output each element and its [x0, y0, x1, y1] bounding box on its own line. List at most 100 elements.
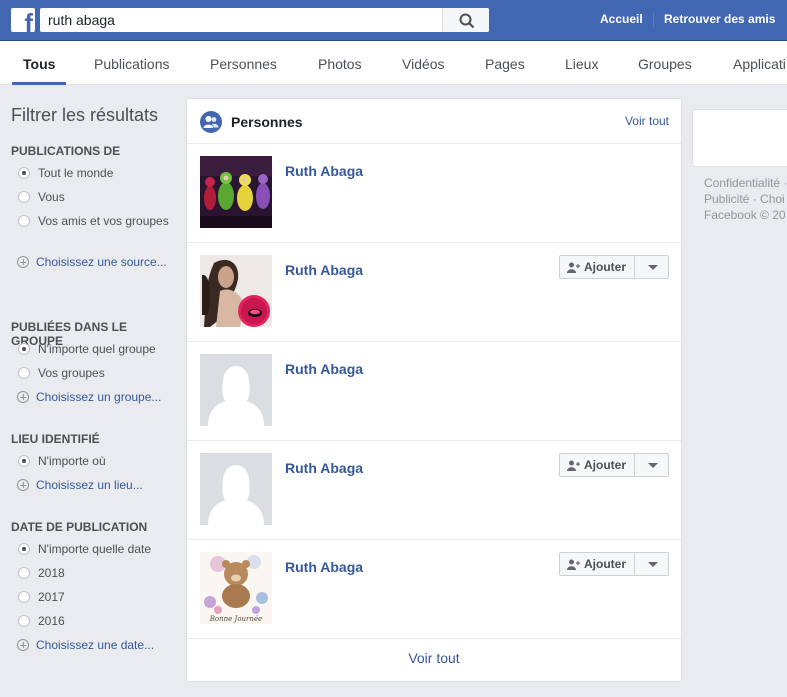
- person-name-link[interactable]: Ruth Abaga: [285, 559, 363, 575]
- tab-people[interactable]: Personnes: [210, 56, 277, 72]
- tab-pages[interactable]: Pages: [485, 56, 525, 72]
- add-friend-button[interactable]: Ajouter: [559, 453, 635, 477]
- radio-icon: [18, 591, 30, 603]
- plus-icon: [17, 391, 29, 403]
- search-icon: [459, 13, 475, 29]
- tab-all[interactable]: Tous: [23, 56, 55, 72]
- person-name-link[interactable]: Ruth Abaga: [285, 460, 363, 476]
- choose-date-link[interactable]: Choisissez une date...: [11, 637, 176, 653]
- filter-option-everyone[interactable]: Tout le monde: [11, 165, 176, 189]
- filter-option-label: Vos groupes: [38, 366, 105, 380]
- filter-section-location: LIEU IDENTIFIÉ N'importe où Choisissez u…: [11, 432, 176, 520]
- top-bar: f Accueil Retrouver des amis: [0, 0, 787, 41]
- add-friend-dropdown[interactable]: [635, 453, 669, 477]
- filter-option-label: 2018: [38, 566, 65, 580]
- add-friend-icon: [567, 460, 580, 471]
- choose-label: Choisissez un groupe...: [36, 390, 162, 404]
- search-button[interactable]: [442, 8, 489, 32]
- add-friend-icon: [567, 559, 580, 570]
- card-header: Personnes Voir tout: [187, 99, 681, 144]
- add-friend-dropdown[interactable]: [635, 255, 669, 279]
- filter-option-2017[interactable]: 2017: [11, 589, 176, 613]
- filter-sidebar: Filtrer les résultats PUBLICATIONS DE To…: [11, 104, 176, 653]
- filter-title: Filtrer les résultats: [11, 105, 159, 125]
- choose-source-link[interactable]: Choisissez une source...: [11, 254, 176, 270]
- person-name-link[interactable]: Ruth Abaga: [285, 361, 363, 377]
- avatar-teletubbies[interactable]: [200, 156, 272, 228]
- filter-option-2018[interactable]: 2018: [11, 565, 176, 589]
- filter-option-any-group[interactable]: N'importe quel groupe: [11, 341, 176, 365]
- facebook-logo[interactable]: f: [11, 8, 35, 32]
- filter-option-label: N'importe quelle date: [38, 542, 152, 556]
- filter-section-group: PUBLIÉES DANS LE GROUPE N'importe quel g…: [11, 320, 176, 432]
- avatar-default-silhouette[interactable]: [200, 354, 272, 426]
- tab-groups[interactable]: Groupes: [638, 56, 692, 72]
- filter-section-posts-from: PUBLICATIONS DE Tout le monde Vous Vos a…: [11, 144, 176, 320]
- filter-option-anywhere[interactable]: N'importe où: [11, 453, 176, 477]
- privacy-link[interactable]: Confidentialité ·: [704, 175, 787, 191]
- add-friend-control: Ajouter: [559, 255, 669, 279]
- filter-option-label: Tout le monde: [38, 166, 114, 180]
- person-result-row: Ruth Abaga Ajouter: [187, 441, 681, 540]
- person-name-link[interactable]: Ruth Abaga: [285, 262, 363, 278]
- add-friend-control: Ajouter: [559, 552, 669, 576]
- filter-section-title: DATE DE PUBLICATION: [11, 520, 148, 534]
- add-friend-label: Ajouter: [584, 260, 626, 274]
- search-tabs: Tous Publications Personnes Photos Vidéo…: [0, 41, 787, 85]
- choose-label: Choisissez une date...: [36, 638, 155, 652]
- choose-location-link[interactable]: Choisissez un lieu...: [11, 477, 176, 493]
- person-result-row: Ruth Abaga: [187, 144, 681, 243]
- add-friend-label: Ajouter: [584, 557, 626, 571]
- filter-option-any-date[interactable]: N'importe quelle date: [11, 541, 176, 565]
- filter-option-your-groups[interactable]: Vos groupes: [11, 365, 176, 389]
- add-friend-dropdown[interactable]: [635, 552, 669, 576]
- copyright-text: Facebook © 20: [704, 208, 786, 222]
- radio-checked-icon: [18, 343, 30, 355]
- tab-places[interactable]: Lieux: [565, 56, 598, 72]
- radio-icon: [18, 191, 30, 203]
- tab-videos[interactable]: Vidéos: [402, 56, 445, 72]
- filter-option-label: N'importe quel groupe: [38, 342, 156, 356]
- filter-section-title: PUBLIÉES DANS LE GROUPE: [11, 320, 128, 348]
- active-tab-indicator: [12, 82, 66, 85]
- tab-posts[interactable]: Publications: [94, 56, 170, 72]
- avatar-default-silhouette[interactable]: [200, 453, 272, 525]
- filter-option-2016[interactable]: 2016: [11, 613, 176, 637]
- advertising-link[interactable]: Publicité · Choi: [704, 191, 787, 207]
- person-result-row: Ruth Abaga Ajouter: [187, 243, 681, 342]
- add-friend-button[interactable]: Ajouter: [559, 255, 635, 279]
- radio-icon: [18, 367, 30, 379]
- see-all-bottom-link[interactable]: Voir tout: [187, 650, 681, 666]
- filter-section-date: DATE DE PUBLICATION N'importe quelle dat…: [11, 520, 176, 653]
- nav-divider: [653, 13, 654, 27]
- filter-option-you[interactable]: Vous: [11, 189, 176, 213]
- add-friend-button[interactable]: Ajouter: [559, 552, 635, 576]
- plus-icon: [17, 479, 29, 491]
- tab-apps[interactable]: Applicati: [733, 56, 786, 72]
- add-friend-control: Ajouter: [559, 453, 669, 477]
- choose-group-link[interactable]: Choisissez un groupe...: [11, 389, 176, 405]
- nav-home-link[interactable]: Accueil: [600, 12, 643, 26]
- radio-icon: [18, 615, 30, 627]
- tab-photos[interactable]: Photos: [318, 56, 362, 72]
- filter-section-title: PUBLICATIONS DE: [11, 144, 121, 158]
- nav-find-friends-link[interactable]: Retrouver des amis: [664, 12, 775, 26]
- person-result-row: Bonne Journée Ruth Abaga Ajouter: [187, 540, 681, 639]
- avatar-woman-photo[interactable]: [200, 255, 272, 327]
- search-input[interactable]: [40, 8, 442, 32]
- see-all-top-link[interactable]: Voir tout: [625, 114, 669, 128]
- avatar-teddy-bear[interactable]: Bonne Journée: [200, 552, 272, 624]
- filter-option-label: 2016: [38, 614, 65, 628]
- filter-option-label: N'importe où: [38, 454, 106, 468]
- people-icon: [200, 111, 222, 133]
- add-friend-icon: [567, 262, 580, 273]
- right-column-box: [692, 109, 787, 167]
- filter-option-label: Vous: [38, 190, 65, 204]
- person-name-link[interactable]: Ruth Abaga: [285, 163, 363, 179]
- card-title: Personnes: [231, 114, 303, 130]
- filter-option-friends-groups[interactable]: Vos amis et vos groupes: [11, 213, 176, 254]
- choose-label: Choisissez un lieu...: [36, 478, 143, 492]
- radio-checked-icon: [18, 167, 30, 179]
- radio-icon: [18, 215, 30, 227]
- filter-option-label: 2017: [38, 590, 65, 604]
